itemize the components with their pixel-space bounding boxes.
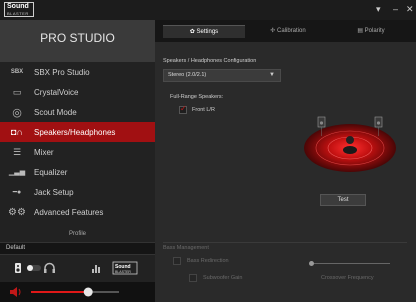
tab-bar: ✿ Settings ✢ Calibration ▤ Polarity: [155, 20, 416, 42]
sidebar-item-label: Advanced Features: [34, 207, 104, 217]
gears-icon: ⚙⚙: [8, 206, 26, 218]
speakers-config-value: Stereo (2.0/2.1): [168, 72, 207, 78]
tab-calibration[interactable]: ✢ Calibration: [247, 25, 329, 38]
sidebar-item-sbx-pro-studio[interactable]: SBX SBX Pro Studio: [0, 62, 155, 82]
settings-icon: ✿: [189, 29, 195, 35]
sidebar-item-crystalvoice[interactable]: ▭ CrystalVoice: [0, 82, 155, 102]
subwoofer-gain-label: Subwoofer Gain: [203, 275, 243, 281]
jack-icon: ━●: [12, 189, 22, 196]
bass-management-label: Bass Management: [163, 245, 209, 251]
quick-controls: Sound BLASTER: [0, 260, 155, 276]
speaker-output-icon[interactable]: [15, 263, 21, 273]
profile-header: Profile: [68, 231, 86, 237]
sidebar-item-advanced-features[interactable]: ⚙⚙ Advanced Features: [0, 202, 155, 222]
tab-settings[interactable]: ✿ Settings: [163, 25, 245, 38]
title-bar: Sound BLASTER ▾ – ✕: [0, 0, 416, 20]
test-button[interactable]: Test: [320, 194, 366, 206]
equalizer-bars-icon[interactable]: [92, 265, 100, 273]
logo-line1: Sound: [7, 3, 29, 10]
sidebar-item-label: CrystalVoice: [34, 87, 79, 97]
headphone-output-icon[interactable]: [44, 262, 55, 274]
volume-fill: [31, 291, 89, 293]
sidebar-item-label: SBX Pro Studio: [34, 67, 90, 77]
sidebar-item-label: Mixer: [34, 147, 54, 157]
tab-label: Settings: [196, 29, 219, 35]
sidebar-item-scout-mode[interactable]: ◎ Scout Mode: [0, 102, 155, 122]
sidebar-item-mixer[interactable]: ☰ Mixer: [0, 142, 155, 162]
volume-icon[interactable]: [10, 287, 21, 297]
crossover-frequency-label: Crossover Frequency: [321, 275, 374, 281]
speaker-visualization: [304, 116, 396, 172]
chevron-down-icon[interactable]: ▾: [376, 3, 381, 15]
check-icon: ✓: [180, 104, 187, 113]
speakers-config-label: Speakers / Headphones Configuration: [163, 58, 257, 64]
equalizer-icon: ▁▃▅: [8, 169, 26, 176]
minimize-button[interactable]: –: [393, 3, 398, 15]
speaker-headphone-icon: ◘∩: [11, 127, 23, 137]
sidebar: PRO STUDIO SBX SBX Pro Studio ▭ CrystalV…: [0, 20, 155, 302]
sidebar-item-label: Jack Setup: [34, 187, 74, 197]
volume-slider-knob[interactable]: [83, 287, 93, 297]
full-range-label: Full-Range Speakers:: [170, 94, 224, 100]
sidebar-nav: SBX SBX Pro Studio ▭ CrystalVoice ◎ Scou…: [0, 62, 155, 222]
sidebar-item-label: Speakers/Headphones: [34, 127, 116, 137]
sidebar-item-jack-setup[interactable]: ━● Jack Setup: [0, 182, 155, 202]
sidebar-item-speakers-headphones[interactable]: ◘∩ Speakers/Headphones: [0, 122, 155, 142]
subwoofer-gain-checkbox[interactable]: [189, 274, 197, 282]
chevron-down-icon: ▼: [269, 72, 275, 78]
volume-row: [0, 282, 155, 302]
crossover-slider-track: [310, 263, 390, 264]
divider: [163, 242, 407, 243]
output-toggle-switch[interactable]: [27, 265, 41, 271]
tab-label: Polarity: [364, 28, 385, 34]
sidebar-item-equalizer[interactable]: ▁▃▅ Equalizer: [0, 162, 155, 182]
app-title: PRO STUDIO: [0, 20, 155, 62]
crossover-slider-knob[interactable]: [309, 261, 314, 266]
crosshair-icon: ◎: [12, 106, 22, 119]
front-lr-checkbox[interactable]: ✓: [179, 104, 187, 114]
sbx-icon: SBX: [10, 69, 24, 75]
front-lr-label: Front L/R: [192, 107, 215, 113]
main-panel: ✿ Settings ✢ Calibration ▤ Polarity Spea…: [155, 20, 416, 302]
speakers-config-select[interactable]: Stereo (2.0/2.1) ▼: [163, 69, 281, 82]
badge-line2: BLASTER: [115, 270, 131, 274]
crystalvoice-icon: ▭: [12, 86, 22, 97]
calibration-icon: ✢: [270, 28, 276, 34]
bass-redirection-label: Bass Redirection: [187, 258, 229, 264]
tab-polarity[interactable]: ▤ Polarity: [331, 25, 411, 38]
close-button[interactable]: ✕: [406, 3, 414, 15]
sound-blaster-logo: Sound BLASTER: [4, 2, 34, 17]
polarity-icon: ▤: [357, 28, 363, 34]
bass-redirection-checkbox[interactable]: [173, 257, 181, 265]
mixer-icon: ☰: [12, 146, 22, 157]
sidebar-item-label: Scout Mode: [34, 107, 77, 117]
logo-line2: BLASTER: [7, 11, 29, 16]
tab-label: Calibration: [277, 28, 306, 34]
profile-select[interactable]: Default: [0, 242, 155, 255]
sidebar-item-label: Equalizer: [34, 167, 68, 177]
